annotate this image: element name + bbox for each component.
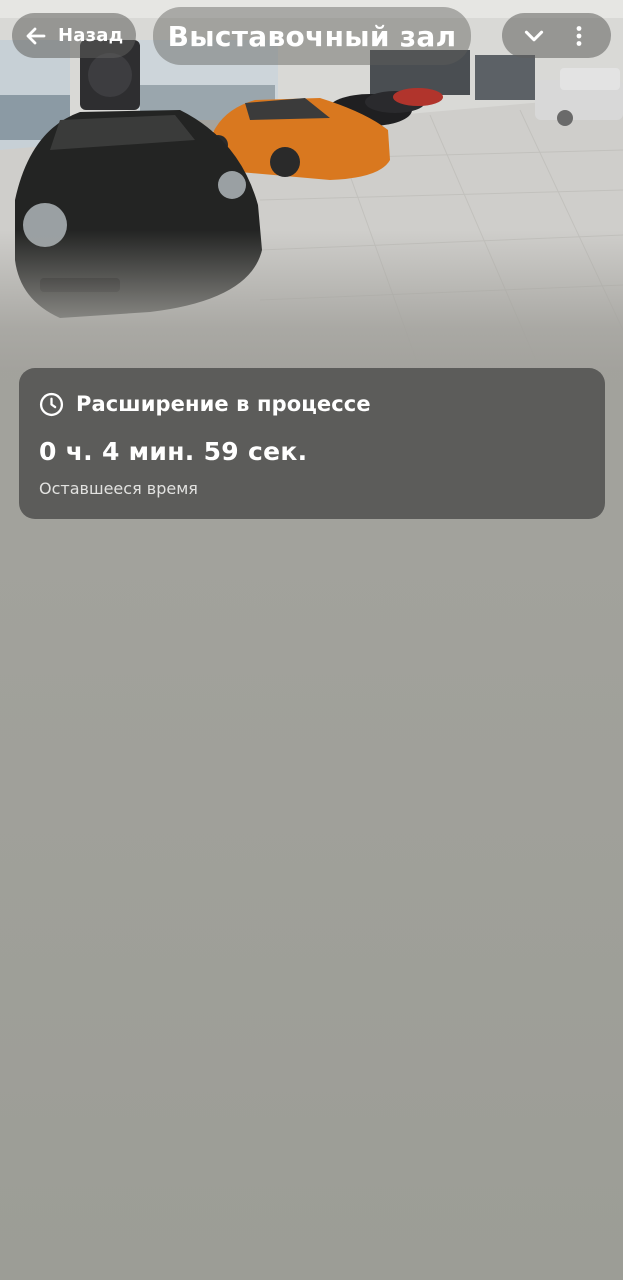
back-button[interactable]: Назад <box>12 13 136 58</box>
status-header: Расширение в процессе <box>39 390 585 418</box>
chevron-down-icon <box>521 23 547 49</box>
clock-icon <box>39 392 64 417</box>
screen: Назад Выставочный зал Расширение в проце… <box>0 0 623 1280</box>
page-title-container: Выставочный зал <box>153 7 471 65</box>
hero-fade-overlay <box>0 230 623 370</box>
window-controls <box>502 13 611 58</box>
arrow-left-icon <box>24 24 48 48</box>
back-button-label: Назад <box>58 25 124 46</box>
more-vertical-icon <box>567 24 591 48</box>
countdown-timer: 0 ч. 4 мин. 59 сек. <box>39 437 308 466</box>
collapse-button[interactable] <box>512 14 556 58</box>
expansion-status-card: Расширение в процессе 0 ч. 4 мин. 59 сек… <box>19 368 605 519</box>
more-options-button[interactable] <box>557 14 601 58</box>
status-title: Расширение в процессе <box>76 392 371 416</box>
remaining-time-caption: Оставшееся время <box>39 479 198 498</box>
page-title: Выставочный зал <box>167 19 457 53</box>
